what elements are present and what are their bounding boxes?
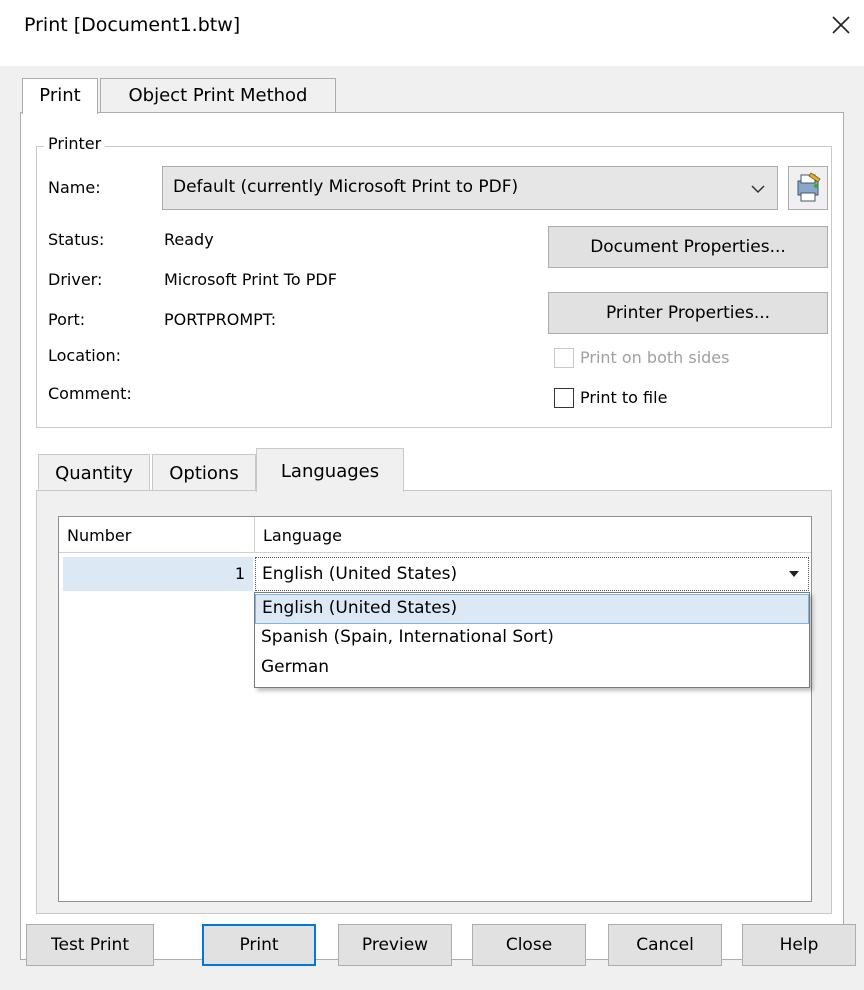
- row-number-value: 1: [234, 564, 245, 583]
- tab-languages[interactable]: Languages: [256, 448, 404, 492]
- status-value: Ready: [164, 230, 214, 249]
- tab-quantity[interactable]: Quantity: [38, 454, 150, 492]
- document-properties-label: Document Properties...: [590, 237, 786, 257]
- port-label: Port:: [48, 310, 86, 329]
- tab-languages-label: Languages: [280, 461, 380, 482]
- printer-settings-button[interactable]: [788, 166, 828, 210]
- dropdown-option-label: Spanish (Spain, International Sort): [261, 627, 554, 647]
- print-to-file-label: Print to file: [580, 388, 668, 407]
- language-dropdown-list: English (United States) Spanish (Spain, …: [254, 592, 810, 688]
- print-label: Print: [239, 935, 279, 955]
- dropdown-option-spanish[interactable]: Spanish (Spain, International Sort): [255, 624, 809, 654]
- chevron-down-icon: [749, 181, 767, 195]
- tab-options[interactable]: Options: [152, 454, 256, 492]
- driver-label: Driver:: [48, 270, 103, 289]
- languages-grid[interactable]: Number Language 1 English (United States…: [58, 516, 812, 902]
- preview-button[interactable]: Preview: [338, 924, 452, 966]
- printer-properties-label: Printer Properties...: [605, 303, 771, 323]
- port-value: PORTPROMPT:: [164, 310, 277, 329]
- driver-value: Microsoft Print To PDF: [164, 270, 337, 289]
- test-print-label: Test Print: [51, 935, 129, 955]
- table-row-number-cell[interactable]: 1: [63, 557, 253, 591]
- help-button[interactable]: Help: [742, 924, 856, 966]
- printer-group-label: Printer: [44, 134, 106, 153]
- preview-label: Preview: [361, 935, 429, 955]
- test-print-button[interactable]: Test Print: [26, 924, 154, 966]
- print-to-file-checkbox[interactable]: [554, 388, 574, 408]
- column-header-language-label: Language: [263, 526, 342, 545]
- tab-object-print-method[interactable]: Object Print Method: [100, 78, 336, 112]
- printer-properties-button[interactable]: Printer Properties...: [548, 292, 828, 334]
- dropdown-arrow-icon[interactable]: [780, 558, 808, 590]
- tab-print[interactable]: Print: [22, 78, 98, 114]
- language-select-value: English (United States): [262, 564, 458, 584]
- printer-settings-icon: [797, 172, 821, 202]
- cancel-button[interactable]: Cancel: [608, 924, 722, 966]
- name-label: Name:: [48, 178, 101, 197]
- tab-print-label: Print: [39, 85, 81, 106]
- tab-options-label: Options: [169, 463, 239, 484]
- tab-quantity-label: Quantity: [55, 463, 133, 484]
- tab-object-print-method-label: Object Print Method: [128, 85, 308, 106]
- print-both-sides-label: Print on both sides: [580, 348, 730, 367]
- close-icon[interactable]: [826, 10, 856, 40]
- status-label: Status:: [48, 230, 105, 249]
- printer-name-select[interactable]: Default (currently Microsoft Print to PD…: [162, 166, 778, 210]
- help-label: Help: [779, 935, 819, 955]
- document-properties-button[interactable]: Document Properties...: [548, 226, 828, 268]
- dropdown-option-label: German: [261, 657, 330, 677]
- dropdown-option-label: English (United States): [262, 598, 458, 618]
- cancel-label: Cancel: [636, 935, 694, 955]
- dropdown-option-german[interactable]: German: [255, 654, 809, 684]
- location-label: Location:: [48, 346, 122, 365]
- dropdown-option-english[interactable]: English (United States): [255, 594, 809, 624]
- close-label: Close: [505, 935, 553, 955]
- column-header-number-label: Number: [67, 526, 132, 545]
- print-both-sides-checkbox[interactable]: [554, 348, 574, 368]
- print-button[interactable]: Print: [202, 924, 316, 966]
- column-header-number[interactable]: Number: [59, 517, 255, 553]
- close-button[interactable]: Close: [472, 924, 586, 966]
- column-header-language[interactable]: Language: [255, 517, 811, 553]
- comment-label: Comment:: [48, 384, 132, 403]
- language-select[interactable]: English (United States): [255, 557, 809, 591]
- printer-name-value: Default (currently Microsoft Print to PD…: [173, 177, 519, 197]
- window-title: Print [Document1.btw]: [24, 14, 241, 36]
